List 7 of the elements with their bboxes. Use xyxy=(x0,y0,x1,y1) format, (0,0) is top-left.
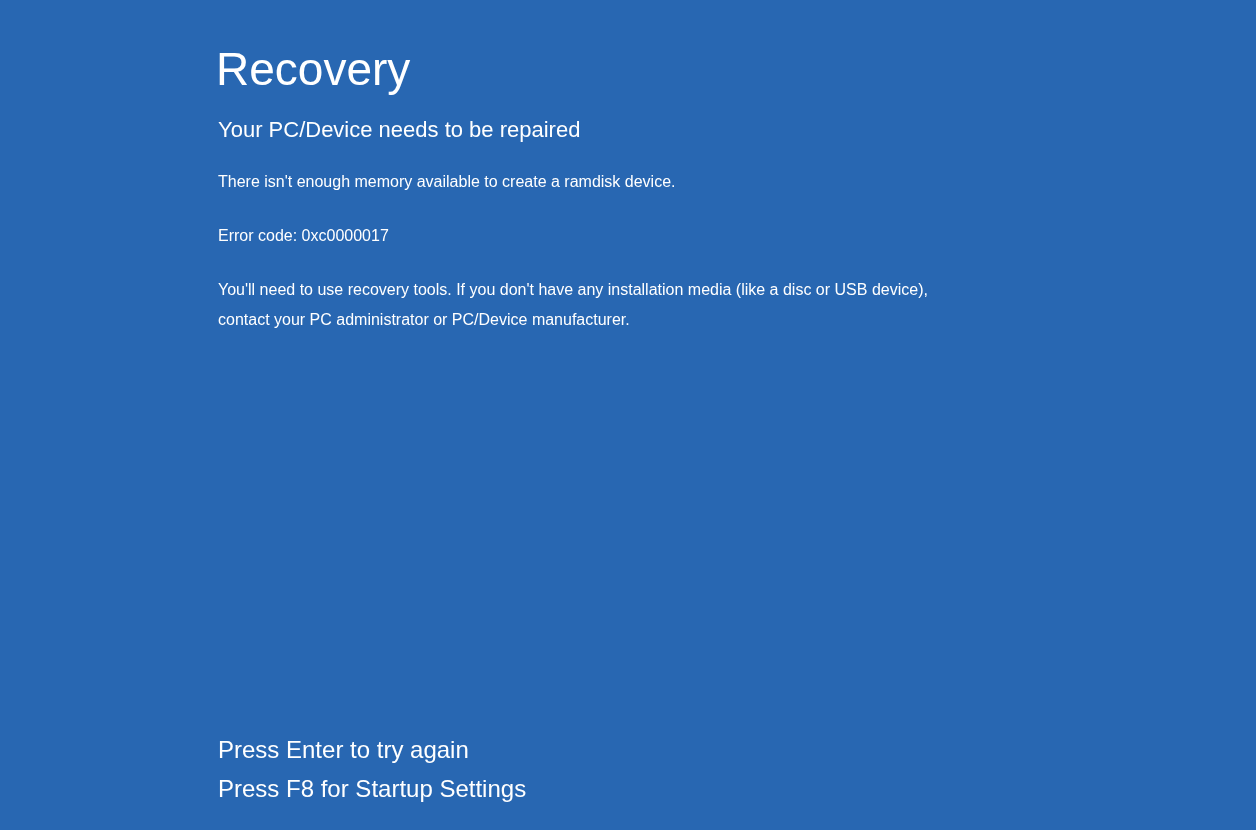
screen-title: Recovery xyxy=(216,42,412,97)
action-hint: Press F8 for Startup Settings xyxy=(217,774,528,804)
message-text: There isn't enough memory available to create a ramdisk device. xyxy=(218,172,677,193)
action-hint: Press Enter to try again xyxy=(217,735,470,765)
message-text: Error code: 0xc0000017 xyxy=(218,226,390,247)
message-text: You'll need to use recovery tools. If you don't have any installation media (like a disc or USB device), contact your PC administrator or PC/Device manufacturer. xyxy=(218,280,929,331)
screen-subtitle: Your PC/Device needs to be repaired xyxy=(217,117,582,144)
